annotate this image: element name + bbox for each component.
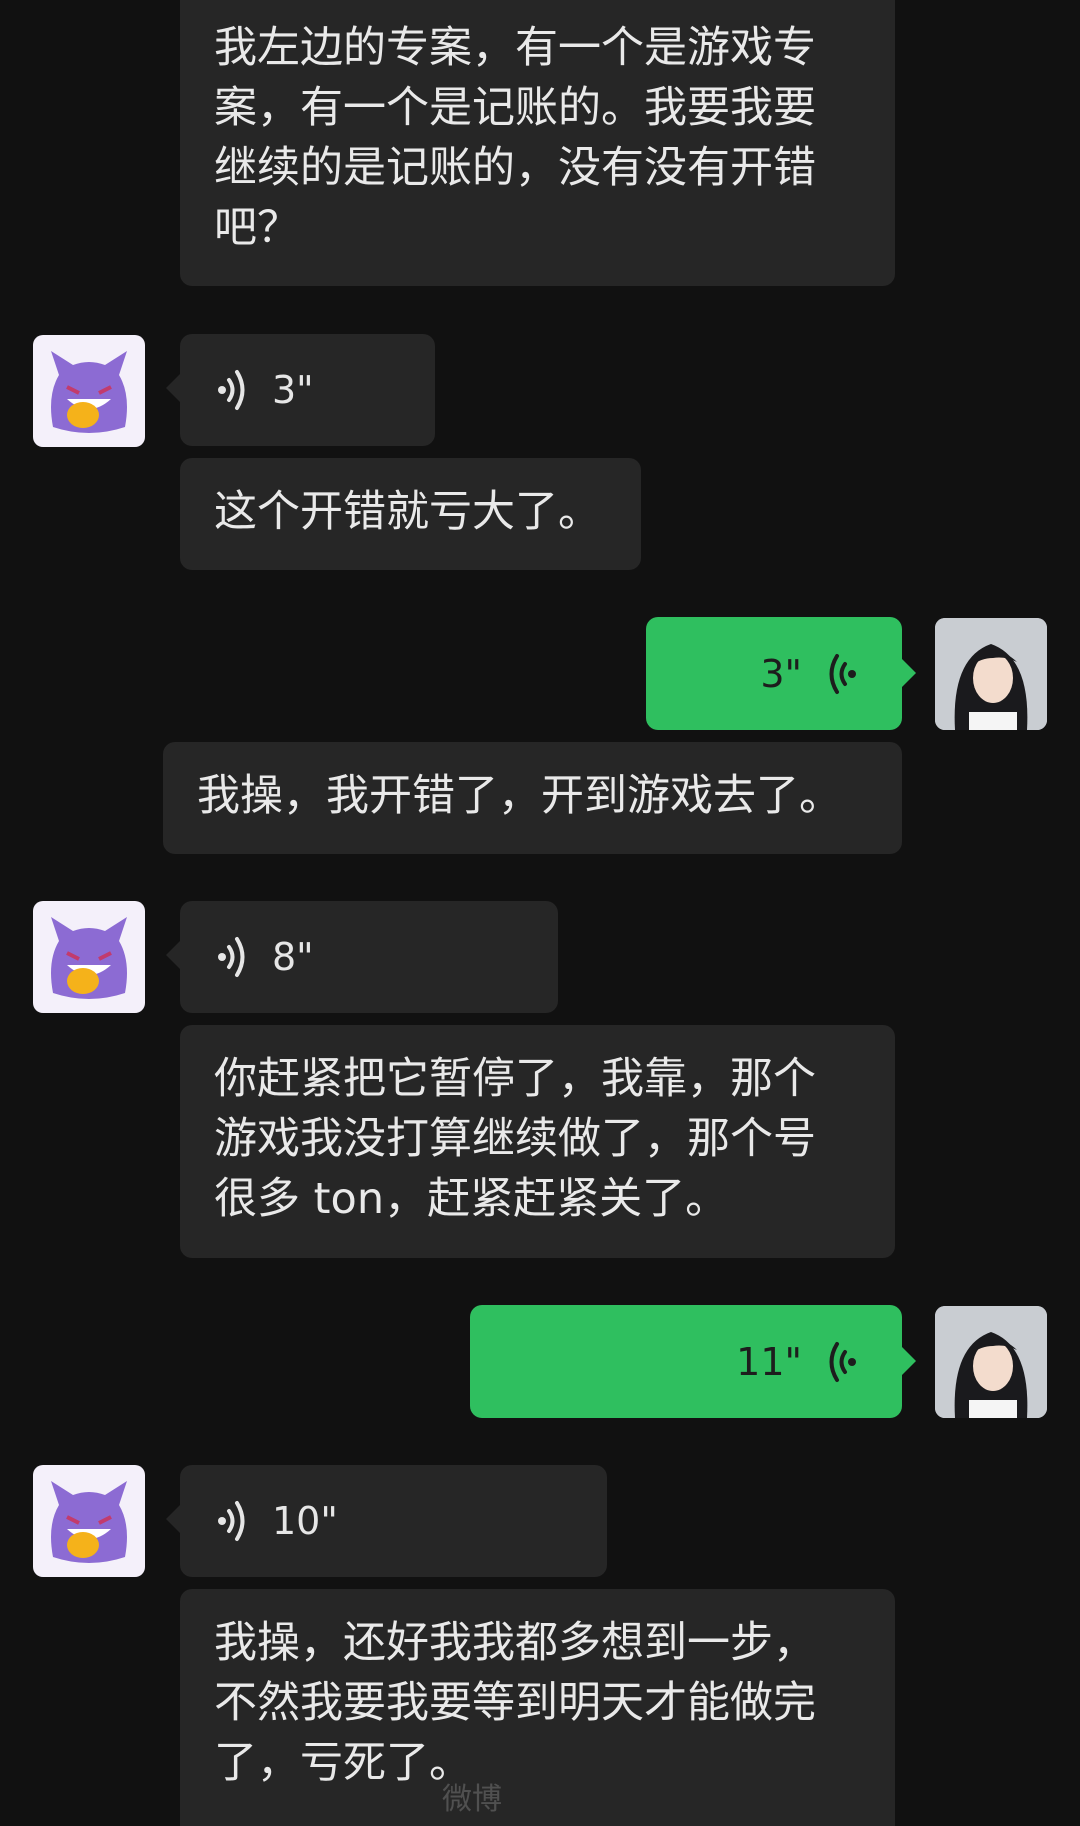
voice-wave-icon	[218, 1501, 245, 1541]
incoming-voice-bubble[interactable]: 8"	[166, 901, 558, 1013]
outgoing-voice-bubble[interactable]: 3"	[646, 617, 916, 730]
incoming-text-bubble[interactable]: 我左边的专案，有一个是游戏专 案，有一个是记账的。我要我要 继续的是记账的，没有…	[180, 0, 895, 286]
message-line: 很多 ton，赶紧赶紧关了。	[214, 1174, 729, 1224]
message-line: 案，有一个是记账的。我要我要	[214, 83, 816, 133]
incoming-voice-bubble[interactable]: 3"	[166, 334, 435, 446]
voice-wave-icon	[218, 937, 245, 977]
message-line: 你赶紧把它暂停了，我靠，那个	[214, 1054, 816, 1104]
voice-duration: 3"	[272, 368, 314, 412]
message-line: 不然我要我要等到明天才能做完	[214, 1678, 816, 1728]
message-line: 了，亏死了。	[214, 1738, 472, 1788]
incoming-voice-bubble[interactable]: 10"	[166, 1465, 607, 1577]
outgoing-voice-bubble[interactable]: 11"	[470, 1305, 916, 1418]
contact-avatar[interactable]	[33, 1465, 145, 1577]
message-line: 我左边的专案，有一个是游戏专	[214, 23, 816, 73]
voice-wave-icon	[218, 370, 245, 410]
voice-duration: 10"	[272, 1499, 338, 1543]
message-line: 这个开错就亏大了。	[214, 487, 601, 537]
incoming-text-bubble[interactable]: 这个开错就亏大了。	[180, 458, 641, 570]
voice-duration: 8"	[272, 935, 314, 979]
ghost-icon	[51, 351, 127, 433]
voice-wave-icon	[829, 653, 856, 694]
contact-avatar[interactable]	[33, 335, 145, 447]
message-line: 我操，我开错了，开到游戏去了。	[197, 771, 842, 821]
voice-duration: 11"	[736, 1339, 802, 1384]
my-avatar[interactable]	[935, 1306, 1047, 1418]
watermark: 微博	[442, 1782, 502, 1817]
voice-duration: 3"	[760, 651, 802, 696]
my-avatar[interactable]	[935, 618, 1047, 730]
ghost-icon	[51, 1481, 127, 1563]
girl-photo-icon	[935, 1306, 1047, 1418]
message-line: 我操，还好我我都多想到一步，	[214, 1618, 816, 1668]
message-line: 吧？	[214, 203, 300, 253]
ghost-icon	[51, 917, 127, 999]
outgoing-text-bubble[interactable]: 我操，我开错了，开到游戏去了。	[163, 742, 902, 854]
message-line: 继续的是记账的，没有没有开错	[214, 143, 816, 193]
contact-avatar[interactable]	[33, 901, 145, 1013]
incoming-text-bubble[interactable]: 你赶紧把它暂停了，我靠，那个 游戏我没打算继续做了，那个号 很多 ton，赶紧赶…	[180, 1025, 895, 1258]
message-line: 游戏我没打算继续做了，那个号	[214, 1114, 816, 1164]
chat-screen: { "messages": [ {"id":"m1","side":"left"…	[0, 0, 1080, 1826]
incoming-text-bubble[interactable]: 我操，还好我我都多想到一步， 不然我要我要等到明天才能做完 了，亏死了。	[180, 1589, 895, 1826]
girl-photo-icon	[935, 618, 1047, 730]
voice-wave-icon	[829, 1341, 856, 1382]
